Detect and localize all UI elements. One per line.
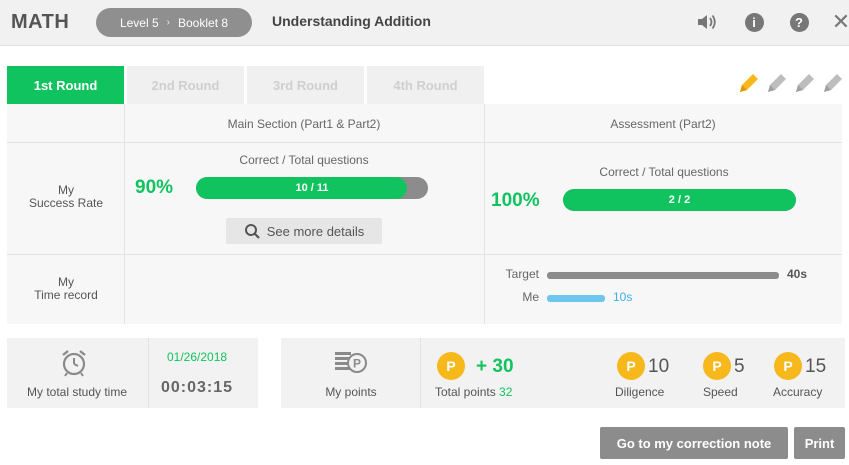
search-icon xyxy=(244,223,260,239)
breadcrumb-booklet: Booklet 8 xyxy=(178,15,229,30)
header-bar: MATH Level 5 › Booklet 8 Understanding A… xyxy=(0,0,849,46)
tab-2nd-round[interactable]: 2nd Round xyxy=(127,66,244,104)
close-icon[interactable]: ✕ xyxy=(830,11,849,33)
tab-3rd-round[interactable]: 3rd Round xyxy=(247,66,364,104)
study-date: 01/26/2018 xyxy=(167,350,228,364)
print-button[interactable]: Print xyxy=(794,427,845,459)
page-title: Understanding Addition xyxy=(272,13,431,29)
points-panel: P My points P + 30 Total points 32 P 10 … xyxy=(281,338,845,408)
tab-4th-round[interactable]: 4th Round xyxy=(367,66,484,104)
coin-stack-icon: P xyxy=(335,352,367,373)
speaker-icon[interactable] xyxy=(696,11,718,33)
help-icon[interactable]: ? xyxy=(788,11,810,33)
assessment-header: Assessment (Part2) xyxy=(610,117,716,131)
results-table: Main Section (Part1 & Part2) Assessment … xyxy=(7,104,842,324)
breadcrumb[interactable]: Level 5 › Booklet 8 xyxy=(96,8,252,37)
chevron-right-icon: › xyxy=(166,17,170,28)
pencil-icon xyxy=(740,74,758,92)
main-section-header: Main Section (Part1 & Part2) xyxy=(227,117,381,131)
target-value: 40s xyxy=(787,267,808,281)
diligence-value: 10 xyxy=(648,356,670,377)
correction-note-button[interactable]: Go to my correction note xyxy=(600,427,788,459)
me-value: 10s xyxy=(613,290,633,304)
study-time-panel: My total study time 01/26/2018 00:03:15 xyxy=(7,338,258,408)
success-rate-label: My Success Rate xyxy=(28,183,104,210)
me-label: Me xyxy=(522,290,539,304)
accuracy-coin-icon: P xyxy=(774,352,802,380)
round-pencils xyxy=(736,70,846,96)
me-time-bar xyxy=(547,295,605,302)
speed-label: Speed xyxy=(703,385,738,399)
svg-text:P: P xyxy=(353,357,361,371)
assessment-percent: 100% xyxy=(491,190,540,211)
main-bar-label: 10 / 11 xyxy=(295,182,329,194)
tab-1st-round[interactable]: 1st Round xyxy=(7,66,124,104)
points-coin-icon: P xyxy=(437,352,465,380)
assessment-progress-bar: 2 / 2 xyxy=(563,189,796,211)
diligence-coin-icon: P xyxy=(617,352,645,380)
target-label: Target xyxy=(505,267,539,281)
study-timer: 00:03:15 xyxy=(161,379,234,396)
app-title: MATH xyxy=(11,11,70,33)
accuracy-value: 15 xyxy=(805,356,827,377)
pencil-icon xyxy=(768,74,786,92)
main-progress-bar: 10 / 11 xyxy=(196,177,428,199)
target-time-bar xyxy=(547,272,779,279)
time-record-label: My Time record xyxy=(34,275,98,302)
round-tabs: 1st Round 2nd Round 3rd Round 4th Round xyxy=(7,66,484,104)
diligence-label: Diligence xyxy=(615,385,665,399)
points-gained: + 30 xyxy=(476,356,514,377)
pencil-icon xyxy=(796,74,814,92)
main-subheader: Correct / Total questions xyxy=(239,153,369,167)
see-more-details-button[interactable]: See more details xyxy=(226,218,382,244)
study-time-label: My total study time xyxy=(26,385,128,399)
main-percent: 90% xyxy=(135,177,174,198)
pencil-icon xyxy=(824,74,842,92)
alarm-clock-icon xyxy=(62,350,86,377)
accuracy-label: Accuracy xyxy=(773,385,823,399)
speed-value: 5 xyxy=(734,356,745,377)
total-points: Total points 32 xyxy=(435,385,513,399)
breadcrumb-level: Level 5 xyxy=(119,15,159,30)
assessment-subheader: Correct / Total questions xyxy=(599,165,729,179)
info-icon[interactable]: i xyxy=(743,11,765,33)
assessment-bar-label: 2 / 2 xyxy=(668,194,691,206)
my-points-label: My points xyxy=(325,385,377,399)
speed-coin-icon: P xyxy=(703,352,731,380)
